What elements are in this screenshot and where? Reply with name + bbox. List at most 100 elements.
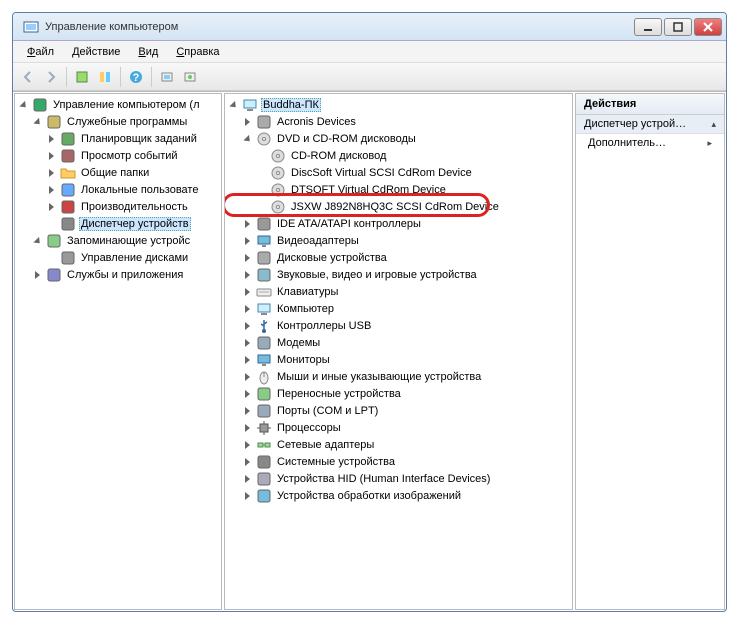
expand-toggle-icon[interactable] bbox=[241, 133, 253, 145]
expand-toggle-icon[interactable] bbox=[31, 116, 43, 128]
device-tree-item[interactable]: DVD и CD-ROM дисководы bbox=[227, 130, 570, 147]
expand-toggle-icon[interactable] bbox=[45, 184, 57, 196]
device-tree-item[interactable]: DTSOFT Virtual CdRom Device bbox=[227, 181, 570, 198]
device-tree-item[interactable]: Мониторы bbox=[227, 351, 570, 368]
expand-toggle-icon[interactable] bbox=[241, 422, 253, 434]
device-tree-item[interactable]: Buddha-ПК bbox=[227, 96, 570, 113]
expand-toggle-icon[interactable] bbox=[241, 286, 253, 298]
device-tree-item[interactable]: Порты (COM и LPT) bbox=[227, 402, 570, 419]
services-icon bbox=[46, 267, 62, 283]
device-tree-item[interactable]: Системные устройства bbox=[227, 453, 570, 470]
expand-toggle-icon[interactable] bbox=[241, 405, 253, 417]
tree-item-label: Buddha-ПК bbox=[261, 98, 321, 112]
expand-toggle-icon[interactable] bbox=[45, 201, 57, 213]
device-tree-panel[interactable]: Buddha-ПКAcronis DevicesDVD и CD-ROM дис… bbox=[224, 93, 573, 610]
expand-toggle-icon[interactable] bbox=[241, 218, 253, 230]
left-tree-item[interactable]: Запоминающие устройс bbox=[17, 232, 219, 249]
cd-icon bbox=[270, 182, 286, 198]
device-tree-item[interactable]: CD-ROM дисковод bbox=[227, 147, 570, 164]
tree-item-label: Мониторы bbox=[275, 353, 332, 367]
expand-toggle-icon[interactable] bbox=[241, 371, 253, 383]
device-tree-item[interactable]: Acronis Devices bbox=[227, 113, 570, 130]
menu-file[interactable]: Файл bbox=[19, 44, 62, 60]
tree-item-label: Сетевые адаптеры bbox=[275, 438, 376, 452]
actions-more[interactable]: Дополнитель… bbox=[576, 134, 724, 152]
expand-toggle-icon[interactable] bbox=[241, 337, 253, 349]
expand-toggle-icon[interactable] bbox=[241, 354, 253, 366]
device-tree-item[interactable]: Контроллеры USB bbox=[227, 317, 570, 334]
maximize-button[interactable] bbox=[664, 18, 692, 36]
device-tree-item[interactable]: Модемы bbox=[227, 334, 570, 351]
left-tree-item[interactable]: Общие папки bbox=[17, 164, 219, 181]
left-tree-item[interactable]: Управление дисками bbox=[17, 249, 219, 266]
device-tree-item[interactable]: Мыши и иные указывающие устройства bbox=[227, 368, 570, 385]
left-tree-item[interactable]: Диспетчер устройств bbox=[17, 215, 219, 232]
cd-icon bbox=[270, 148, 286, 164]
toolbar-btn-5[interactable] bbox=[179, 66, 201, 88]
tree-item-label: Запоминающие устройс bbox=[65, 234, 192, 248]
device-tree-item[interactable]: Переносные устройства bbox=[227, 385, 570, 402]
expand-toggle-icon[interactable] bbox=[241, 388, 253, 400]
device-tree-item[interactable]: DiscSoft Virtual SCSI CdRom Device bbox=[227, 164, 570, 181]
device-tree-item[interactable]: JSXW J892N8HQ3C SCSI CdRom Device bbox=[227, 198, 570, 215]
actions-section[interactable]: Диспетчер устрой… bbox=[576, 115, 724, 134]
left-tree-item[interactable]: Локальные пользовате bbox=[17, 181, 219, 198]
cd-icon bbox=[270, 165, 286, 181]
expand-toggle-icon[interactable] bbox=[45, 167, 57, 179]
expand-toggle-icon[interactable] bbox=[45, 150, 57, 162]
device-tree-item[interactable]: Звуковые, видео и игровые устройства bbox=[227, 266, 570, 283]
menu-view[interactable]: Вид bbox=[130, 44, 166, 60]
expand-toggle-icon[interactable] bbox=[241, 269, 253, 281]
folder-icon bbox=[60, 165, 76, 181]
expand-toggle-icon[interactable] bbox=[31, 269, 43, 281]
menu-action[interactable]: Действие bbox=[64, 44, 128, 60]
left-tree-item[interactable]: Службы и приложения bbox=[17, 266, 219, 283]
left-nav-panel[interactable]: Управление компьютером (лСлужебные прогр… bbox=[14, 93, 222, 610]
expand-toggle-icon[interactable] bbox=[241, 456, 253, 468]
device-tree-item[interactable]: IDE ATA/ATAPI контроллеры bbox=[227, 215, 570, 232]
tree-item-label: JSXW J892N8HQ3C SCSI CdRom Device bbox=[289, 200, 501, 214]
device-tree-item[interactable]: Клавиатуры bbox=[227, 283, 570, 300]
expand-toggle-icon[interactable] bbox=[241, 116, 253, 128]
back-button[interactable] bbox=[17, 66, 39, 88]
device-tree-item[interactable]: Устройства HID (Human Interface Devices) bbox=[227, 470, 570, 487]
menu-help[interactable]: Справка bbox=[168, 44, 227, 60]
menubar: Файл Действие Вид Справка bbox=[13, 41, 726, 63]
app-icon bbox=[23, 19, 39, 35]
left-tree-item[interactable]: Управление компьютером (л bbox=[17, 96, 219, 113]
device-tree-item[interactable]: Компьютер bbox=[227, 300, 570, 317]
tree-item-label: Локальные пользовате bbox=[79, 183, 200, 197]
device-tree-item[interactable]: Сетевые адаптеры bbox=[227, 436, 570, 453]
tree-item-label: Устройства HID (Human Interface Devices) bbox=[275, 472, 492, 486]
expand-toggle-icon[interactable] bbox=[227, 99, 239, 111]
expand-toggle-icon[interactable] bbox=[17, 99, 29, 111]
forward-button[interactable] bbox=[40, 66, 62, 88]
expand-toggle-icon[interactable] bbox=[45, 133, 57, 145]
expand-toggle-icon[interactable] bbox=[241, 252, 253, 264]
toolbar-btn-4[interactable] bbox=[156, 66, 178, 88]
left-tree-item[interactable]: Планировщик заданий bbox=[17, 130, 219, 147]
titlebar[interactable]: Управление компьютером bbox=[13, 13, 726, 41]
help-button[interactable]: ? bbox=[125, 66, 147, 88]
actions-header: Действия bbox=[576, 94, 724, 115]
toolbar-btn-1[interactable] bbox=[71, 66, 93, 88]
device-tree-item[interactable]: Процессоры bbox=[227, 419, 570, 436]
device-tree-item[interactable]: Дисковые устройства bbox=[227, 249, 570, 266]
close-button[interactable] bbox=[694, 18, 722, 36]
device-tree-item[interactable]: Устройства обработки изображений bbox=[227, 487, 570, 504]
left-tree-item[interactable]: Служебные программы bbox=[17, 113, 219, 130]
device-tree-item[interactable]: Видеоадаптеры bbox=[227, 232, 570, 249]
expand-toggle-icon[interactable] bbox=[241, 303, 253, 315]
expand-toggle-icon[interactable] bbox=[31, 235, 43, 247]
expand-toggle-icon[interactable] bbox=[241, 320, 253, 332]
kbd-icon bbox=[256, 284, 272, 300]
expand-toggle-icon[interactable] bbox=[241, 473, 253, 485]
tree-item-label: Дисковые устройства bbox=[275, 251, 389, 265]
toolbar-btn-2[interactable] bbox=[94, 66, 116, 88]
expand-toggle-icon[interactable] bbox=[241, 235, 253, 247]
expand-toggle-icon[interactable] bbox=[241, 439, 253, 451]
expand-toggle-icon[interactable] bbox=[241, 490, 253, 502]
minimize-button[interactable] bbox=[634, 18, 662, 36]
left-tree-item[interactable]: Производительность bbox=[17, 198, 219, 215]
left-tree-item[interactable]: Просмотр событий bbox=[17, 147, 219, 164]
